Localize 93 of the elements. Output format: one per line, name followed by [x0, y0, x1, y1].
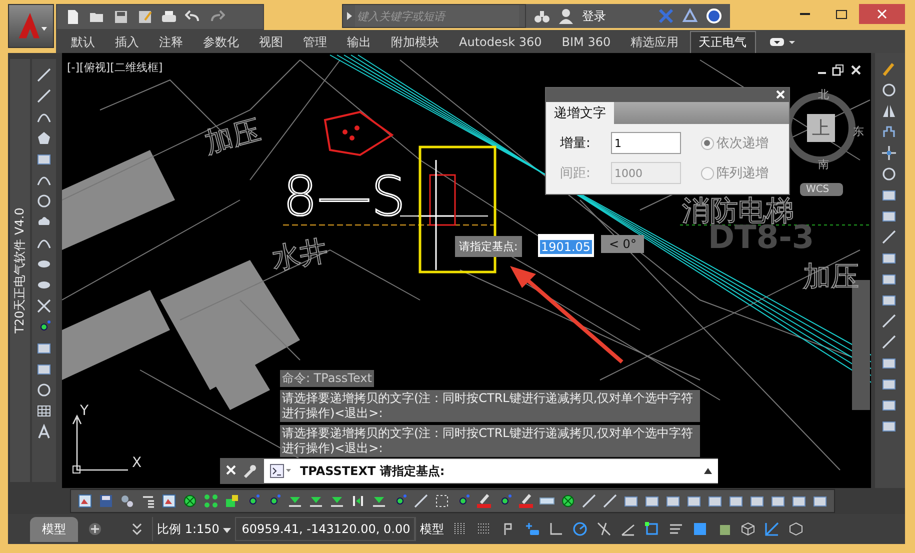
- app-menu-button[interactable]: [8, 4, 54, 48]
- viewcube-label[interactable]: 南: [818, 157, 829, 172]
- circle-icon[interactable]: [881, 166, 898, 182]
- ribbon-tab[interactable]: 天正电气: [690, 30, 756, 52]
- pentagon-icon[interactable]: [36, 130, 52, 146]
- ribbon-tab[interactable]: 附加模块: [382, 30, 448, 52]
- transparency-icon[interactable]: [692, 521, 708, 537]
- printer-icon[interactable]: [161, 9, 177, 25]
- ribbon-tab[interactable]: 输出: [338, 30, 380, 52]
- close-button[interactable]: [859, 4, 905, 24]
- drawing-text: 8—S: [282, 165, 406, 228]
- dashbox-icon[interactable]: [434, 493, 450, 509]
- equipment-symbol-drawing: [324, 110, 394, 156]
- radio-button[interactable]: [700, 136, 714, 150]
- table-icon[interactable]: [36, 403, 52, 419]
- new-file-icon[interactable]: [65, 9, 81, 25]
- drawing-text: 水井: [270, 235, 330, 276]
- field-label: 增量:: [560, 135, 592, 152]
- chevron-icon[interactable]: [132, 522, 142, 536]
- save-icon[interactable]: [113, 9, 129, 25]
- circle-icon[interactable]: [881, 82, 898, 98]
- move-icon[interactable]: [881, 145, 898, 161]
- option-label: 阵列递增: [716, 165, 769, 182]
- line-icon[interactable]: [36, 88, 52, 104]
- scroll-up-icon[interactable]: [704, 468, 712, 474]
- line-icon[interactable]: [581, 493, 597, 509]
- help-icon[interactable]: [706, 8, 722, 24]
- polar-icon[interactable]: [572, 521, 588, 537]
- maximize-icon[interactable]: [836, 10, 846, 18]
- ribbon-tab[interactable]: Autodesk 360: [450, 32, 551, 51]
- line-icon[interactable]: [881, 313, 898, 329]
- ribbon-tab[interactable]: 插入: [106, 30, 148, 52]
- command-field[interactable]: TPASSTEXT 请指定基点:: [264, 459, 718, 483]
- line-icon[interactable]: [881, 334, 898, 350]
- gizmo-icon[interactable]: [740, 521, 756, 537]
- option-label: 依次递增: [716, 135, 769, 152]
- axis-label: Y: [80, 403, 88, 419]
- caret-icon[interactable]: [223, 528, 232, 532]
- save-as-icon[interactable]: [137, 9, 153, 25]
- drawing-text: 加压: [802, 262, 859, 293]
- layout-tab[interactable]: 模型: [30, 516, 78, 542]
- lineweight-icon[interactable]: [668, 521, 684, 537]
- workspace-icon[interactable]: [788, 521, 804, 537]
- command-input[interactable]: TPASSTEXT 请指定基点:: [298, 463, 698, 479]
- close-icon[interactable]: [850, 64, 862, 76]
- restore-icon[interactable]: [832, 64, 844, 76]
- ribbon-tab[interactable]: 参数化: [194, 30, 248, 52]
- circle-icon[interactable]: [36, 382, 52, 398]
- ribbon-tab[interactable]: BIM 360: [552, 32, 620, 51]
- text-frame: [429, 174, 456, 226]
- ribbon-tab[interactable]: 视图: [250, 30, 292, 52]
- coordinates-display[interactable]: 60959.41, -143120.00, 0.00: [235, 517, 416, 541]
- add-tab-icon[interactable]: [88, 522, 102, 536]
- user-icon[interactable]: [558, 8, 574, 24]
- scale-dropdown[interactable]: 比例 1:150: [152, 517, 236, 541]
- radio-button[interactable]: [700, 166, 714, 180]
- dynamic-prompt: 请指定基点:: [454, 236, 522, 257]
- pen-icon[interactable]: [476, 493, 492, 509]
- binoculars-icon[interactable]: [534, 8, 550, 24]
- line-icon[interactable]: [36, 67, 52, 83]
- line-icon[interactable]: [602, 493, 618, 509]
- circle-icon[interactable]: [36, 193, 52, 209]
- ucs-icon: [72, 414, 129, 474]
- wrench-icon[interactable]: [242, 463, 258, 479]
- viewcube-face[interactable]: 上: [806, 114, 835, 142]
- ribbon-tab[interactable]: 精选应用: [622, 30, 688, 52]
- dynamic-icon[interactable]: [524, 521, 540, 537]
- field-label: 间距:: [560, 165, 592, 182]
- drawing-text: 加压: [202, 115, 264, 160]
- dialog-tab[interactable]: 递增文字: [546, 102, 614, 124]
- ribbon-tab[interactable]: 默认: [62, 30, 104, 52]
- cross-icon[interactable]: [36, 298, 52, 314]
- viewcube-label[interactable]: 东: [852, 124, 864, 139]
- ribbon-tab[interactable]: 注释: [150, 30, 192, 52]
- axis-label: X: [132, 455, 142, 471]
- line-icon[interactable]: [881, 229, 898, 245]
- angle-field[interactable]: < 0°: [600, 235, 644, 253]
- letter-icon[interactable]: [36, 424, 52, 440]
- osnap-icon[interactable]: [644, 521, 660, 537]
- pen-icon[interactable]: [518, 493, 534, 509]
- number-field[interactable]: 1: [610, 132, 681, 154]
- space-toggle[interactable]: 模型: [415, 517, 448, 541]
- prompt-icon[interactable]: [270, 464, 292, 478]
- ribbon-tab[interactable]: 管理: [294, 30, 336, 52]
- sign-in-link[interactable]: 登录: [582, 8, 606, 24]
- isometric-icon[interactable]: [596, 521, 612, 537]
- ortho-icon[interactable]: [548, 521, 564, 537]
- sidebar-title: T20天正电气软件 V4.0: [12, 208, 28, 334]
- dropdown-icon[interactable]: [770, 36, 796, 46]
- mirror-icon[interactable]: [881, 103, 898, 119]
- viewport-label[interactable]: [-][俯视][二维线框]: [66, 60, 163, 75]
- annotation-icon[interactable]: [764, 521, 780, 537]
- line-icon[interactable]: [413, 493, 429, 509]
